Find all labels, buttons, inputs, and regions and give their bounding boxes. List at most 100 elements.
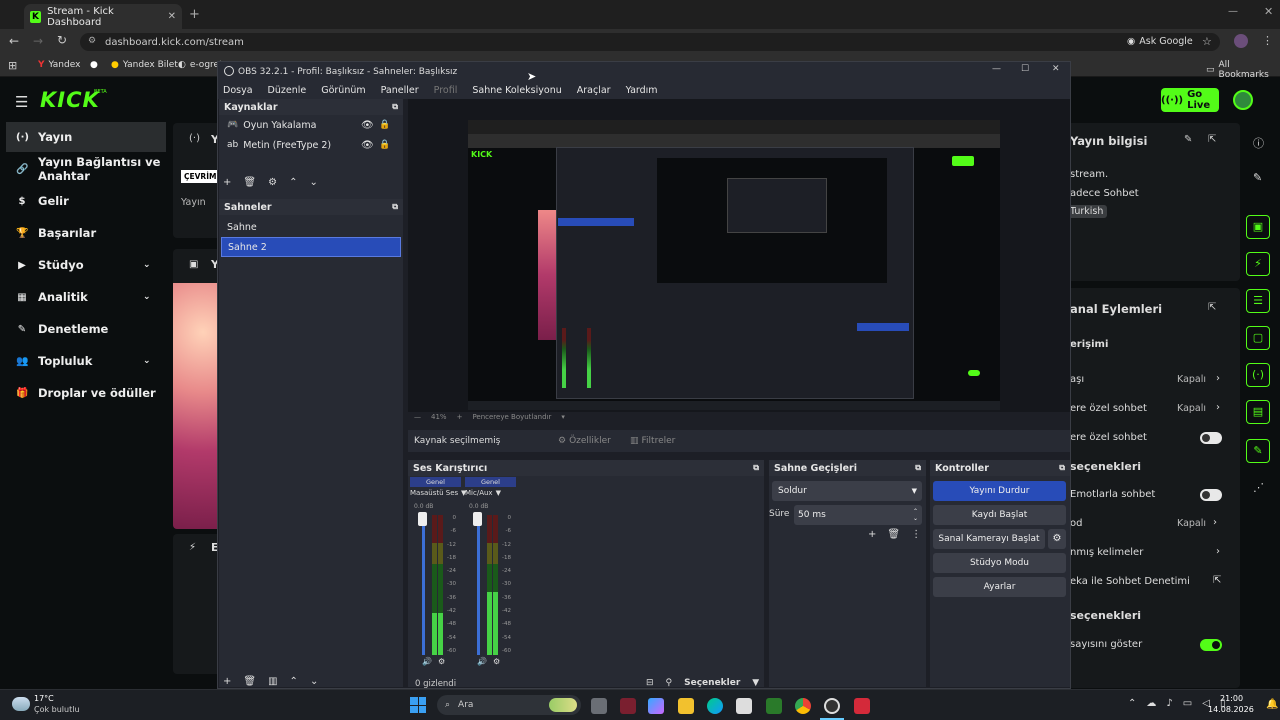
minimize-window-icon[interactable]: — xyxy=(1228,6,1238,17)
mute-speaker-icon[interactable]: 🔊 xyxy=(477,657,487,666)
obs-menu-item[interactable]: Araçlar xyxy=(577,85,611,96)
volume-fader[interactable] xyxy=(422,515,425,655)
external-link-icon[interactable]: ⇱ xyxy=(1213,575,1221,586)
store-icon[interactable] xyxy=(736,698,752,714)
dock-float-icon[interactable]: ⧉ xyxy=(392,202,398,212)
obs-minimize-icon[interactable]: — xyxy=(992,64,1001,74)
address-bar[interactable]: ⚙ dashboard.kick.com/stream ◉ Ask Google … xyxy=(80,33,1220,51)
menu-kebab-icon[interactable]: ⋮ xyxy=(1262,34,1273,47)
chrome-icon[interactable] xyxy=(795,698,811,714)
bookmark-yandex[interactable]: Y Yandex xyxy=(38,60,80,70)
notification-icon[interactable]: 🔔 xyxy=(1266,699,1278,710)
source-item[interactable]: 🎮 Oyun Yakalama 👁 🔒 xyxy=(219,115,403,135)
mixer-layout-icon[interactable]: ⊟ xyxy=(646,678,654,688)
move-down-icon[interactable]: ⌄ xyxy=(309,177,317,188)
go-live-button[interactable]: ((·)) Go Live xyxy=(1161,88,1219,112)
xbox-icon[interactable] xyxy=(766,698,782,714)
reload-icon[interactable]: ↻ xyxy=(57,33,67,47)
obs-menu-item[interactable]: Yardım xyxy=(626,85,658,96)
popout-icon[interactable]: ⇱ xyxy=(1208,302,1216,313)
kick-logo[interactable]: KICK xyxy=(40,88,100,112)
obs-menu-item[interactable]: Düzenle xyxy=(268,85,307,96)
tab-kick-dashboard[interactable]: K Stream - Kick Dashboard ✕ xyxy=(24,4,182,29)
source-item[interactable]: ab Metin (FreeType 2) 👁 🔒 xyxy=(219,135,403,155)
channel-name[interactable]: Mic/Aux ▼ xyxy=(465,489,523,497)
scene-filter-icon[interactable]: ▥ xyxy=(268,676,277,687)
copilot-icon[interactable] xyxy=(648,698,664,714)
duration-spinbox[interactable]: 50 ms ⌃ ⌄ xyxy=(794,505,922,525)
sidebar-item[interactable]: ▶ Stüdyo ⌄ xyxy=(0,250,168,280)
rail-bolt-icon[interactable]: ⚡ xyxy=(1246,252,1270,276)
properties-button[interactable]: ⚙ Özellikler xyxy=(558,436,611,446)
stop-streaming-button[interactable]: Yayını Durdur xyxy=(933,481,1066,501)
hamburger-menu-icon[interactable]: ☰ xyxy=(15,93,28,111)
add-source-icon[interactable]: + xyxy=(223,177,231,188)
obs-menu-item[interactable]: Görünüm xyxy=(321,85,365,96)
dock-float-icon[interactable]: ⧉ xyxy=(1059,463,1065,473)
add-scene-icon[interactable]: + xyxy=(223,676,231,687)
edit-pencil-icon[interactable]: ✎ xyxy=(1184,134,1192,145)
apps-grid-icon[interactable]: ⊞ xyxy=(8,59,17,72)
setting-row-value[interactable]: Kapalı xyxy=(1177,403,1206,414)
obs-menu-item[interactable]: Profil xyxy=(434,85,458,96)
scene-down-icon[interactable]: ⌄ xyxy=(310,676,318,687)
back-icon[interactable]: ← xyxy=(9,34,19,48)
tray-chevron-icon[interactable]: ⌃ xyxy=(1128,698,1136,709)
source-settings-icon[interactable]: ⚙ xyxy=(268,177,277,188)
weather-cloud-icon[interactable] xyxy=(12,697,30,711)
remove-transition-icon[interactable]: 🗑 xyxy=(887,529,900,540)
edit-icon[interactable]: ✎ xyxy=(1253,171,1262,184)
lock-icon[interactable]: 🔒 xyxy=(379,120,390,130)
setting-row-value[interactable]: Kapalı xyxy=(1177,518,1206,529)
settings-button[interactable]: Ayarlar xyxy=(933,577,1066,597)
volume-fader[interactable] xyxy=(477,515,480,655)
add-transition-icon[interactable]: + xyxy=(868,529,876,540)
filters-button[interactable]: ▥ Filtreler xyxy=(630,436,675,446)
chevron-right-icon[interactable]: › xyxy=(1216,373,1220,384)
obs-close-icon[interactable]: ✕ xyxy=(1052,64,1060,74)
user-avatar[interactable] xyxy=(1233,90,1253,110)
obs-menu-item[interactable]: Paneller xyxy=(381,85,419,96)
ask-google-button[interactable]: ◉ Ask Google xyxy=(1127,36,1193,47)
mute-speaker-icon[interactable]: 🔊 xyxy=(422,657,432,666)
lock-icon[interactable]: 🔒 xyxy=(379,140,390,150)
clock-date[interactable]: 14.08.2026 xyxy=(1208,705,1254,714)
chevron-right-icon[interactable]: › xyxy=(1213,517,1217,528)
rail-broadcast-icon[interactable]: (·) xyxy=(1246,363,1270,387)
start-windows-icon[interactable] xyxy=(410,697,426,713)
rail-media-icon[interactable]: ▤ xyxy=(1246,400,1270,424)
task-view-icon[interactable] xyxy=(591,698,607,714)
bookmark-star-icon[interactable]: ☆ xyxy=(1202,35,1212,48)
close-tab-icon[interactable]: ✕ xyxy=(168,11,176,22)
popout-icon[interactable]: ⇱ xyxy=(1208,134,1216,145)
chevron-right-icon[interactable]: › xyxy=(1216,402,1220,413)
zoom-out-icon[interactable]: — xyxy=(414,413,421,421)
close-window-icon[interactable]: ✕ xyxy=(1264,5,1273,18)
viewer-count-toggle[interactable] xyxy=(1200,639,1222,651)
mixer-tune-icon[interactable]: ⚲ xyxy=(666,678,673,688)
file-explorer-icon[interactable] xyxy=(678,698,694,714)
rail-tool-icon[interactable]: ✎ xyxy=(1246,439,1270,463)
fader-handle[interactable] xyxy=(418,512,427,526)
channel-dropdown-icon[interactable]: ▼ xyxy=(496,489,501,497)
channel-name[interactable]: Masaüstü Ses ▼ xyxy=(410,489,468,497)
fit-mode[interactable]: Pencereye Boyutlandır xyxy=(472,413,551,421)
profile-avatar[interactable] xyxy=(1234,34,1248,48)
eye-icon[interactable]: 👁 xyxy=(361,140,374,151)
remove-scene-icon[interactable]: 🗑 xyxy=(243,676,256,687)
forward-icon[interactable]: → xyxy=(33,34,43,48)
tray-network-icon[interactable]: ▭ xyxy=(1183,698,1192,709)
transition-select[interactable]: Soldur ▼ xyxy=(772,481,922,501)
sidebar-item[interactable]: ▦ Analitik ⌄ xyxy=(0,282,168,312)
app-icon[interactable] xyxy=(620,698,636,714)
sidebar-item[interactable]: 👥 Topluluk ⌄ xyxy=(0,346,168,376)
rail-chat-icon[interactable]: ▢ xyxy=(1246,326,1270,350)
edge-icon[interactable] xyxy=(707,698,723,714)
sidebar-item[interactable]: ✎ Denetleme xyxy=(0,314,168,344)
channel-settings-icon[interactable]: ⚙ xyxy=(493,657,500,666)
sidebar-item[interactable]: (·) Yayın xyxy=(6,122,166,152)
sidebar-item[interactable]: $ Gelir xyxy=(0,186,168,216)
setting-toggle[interactable] xyxy=(1200,489,1222,501)
dock-float-icon[interactable]: ⧉ xyxy=(392,102,398,112)
taskbar-search[interactable]: ⌕ Ara xyxy=(437,695,581,715)
